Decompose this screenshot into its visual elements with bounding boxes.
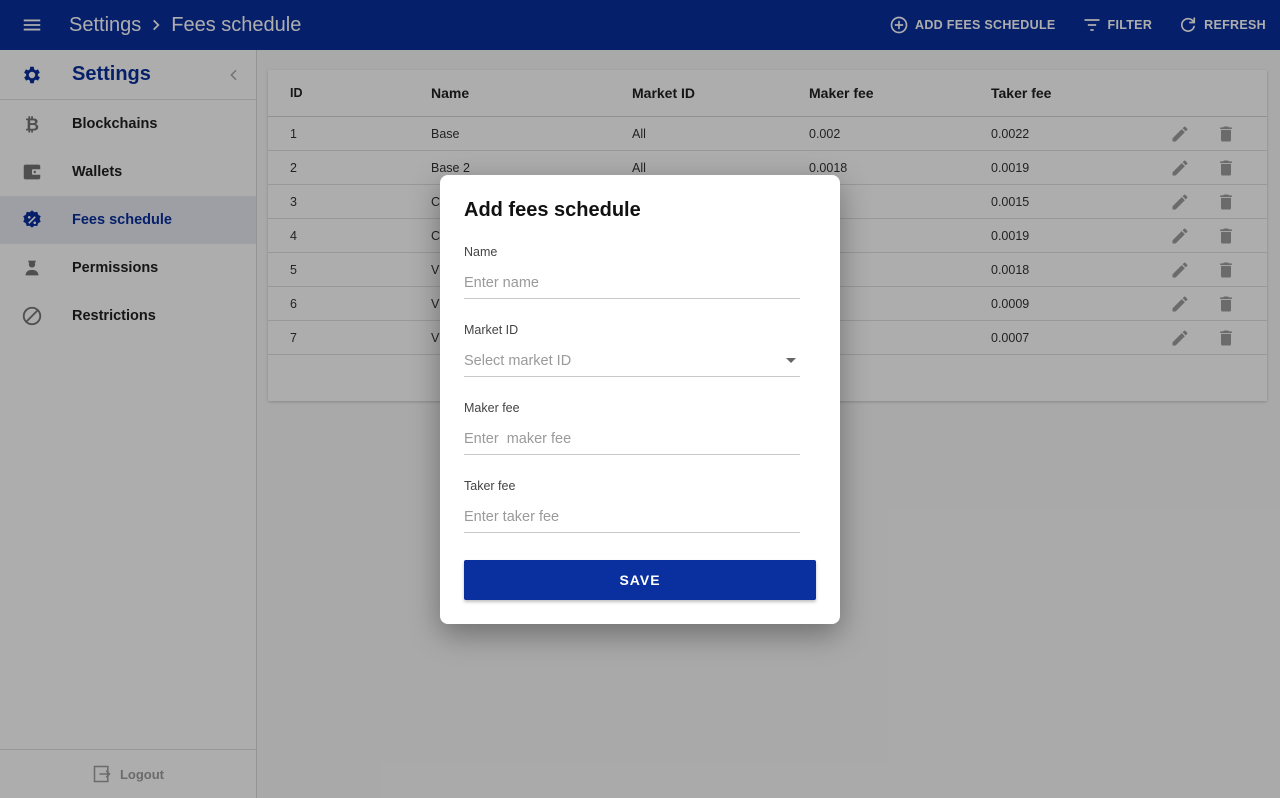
market-id-field: Market ID Select market ID — [464, 323, 800, 377]
maker-fee-input[interactable] — [464, 423, 800, 455]
market-id-placeholder: Select market ID — [464, 352, 572, 369]
taker-fee-field: Taker fee — [464, 479, 800, 533]
add-fees-schedule-dialog: Add fees schedule Name Market ID Select … — [440, 175, 840, 624]
dropdown-arrow-icon — [786, 358, 796, 363]
name-input[interactable] — [464, 267, 800, 299]
taker-fee-label: Taker fee — [464, 479, 516, 493]
name-label: Name — [464, 245, 498, 259]
maker-fee-label: Maker fee — [464, 401, 520, 415]
maker-fee-field: Maker fee — [464, 401, 800, 455]
save-button[interactable]: SAVE — [464, 560, 816, 600]
dialog-title: Add fees schedule — [464, 199, 641, 221]
taker-fee-input[interactable] — [464, 501, 800, 533]
market-id-select[interactable]: Select market ID — [464, 345, 800, 377]
market-id-label: Market ID — [464, 323, 519, 337]
name-field: Name — [464, 245, 800, 299]
